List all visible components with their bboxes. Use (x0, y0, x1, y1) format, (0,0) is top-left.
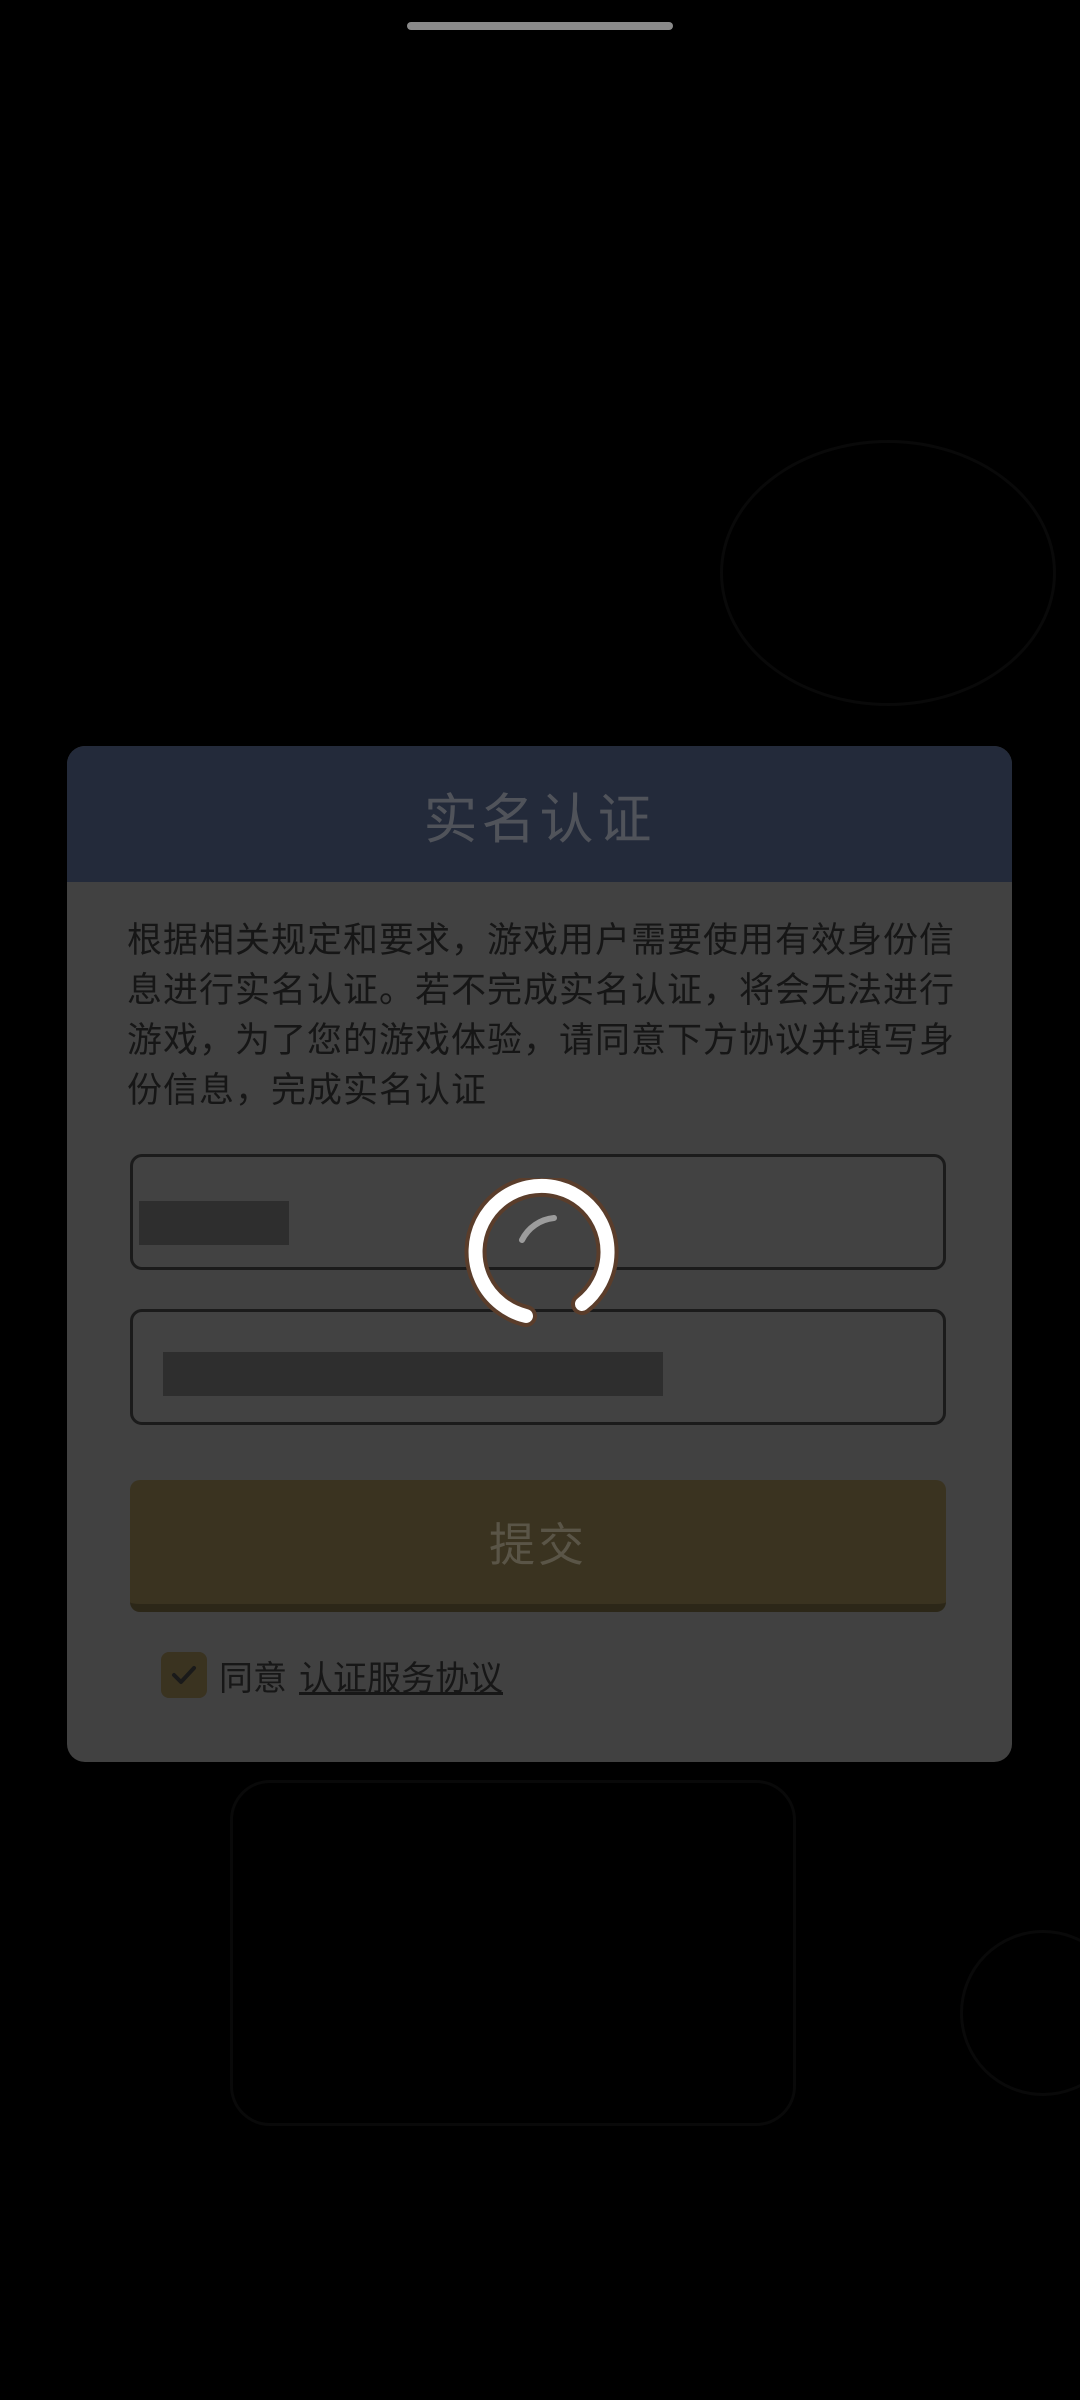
auth-notice-text: 根据相关规定和要求，游戏用户需要使用有效身份信息进行实名认证。若不完成实名认证，… (127, 921, 956, 1111)
checkmark-icon (172, 1666, 196, 1684)
home-indicator[interactable] (407, 22, 673, 30)
agree-label: 同意 (219, 1658, 287, 1699)
redacted-id-number (163, 1352, 663, 1396)
background-decoration (960, 1930, 1080, 2096)
background-decoration (720, 440, 1056, 706)
agree-checkbox[interactable] (161, 1652, 207, 1698)
background-decoration (230, 1780, 796, 2126)
screen: 实名认证 根据相关规定和要求，游戏用户需要使用有效身份信息进行实名认证。若不完成… (0, 0, 1080, 2400)
agreement-row: 同意 认证服务协议 (161, 1650, 503, 1700)
redacted-name (139, 1201, 289, 1245)
dialog-title: 实名认证 (423, 787, 656, 851)
submit-button[interactable]: 提交 (130, 1480, 946, 1612)
loading-spinner-icon (464, 1178, 619, 1327)
agreement-link[interactable]: 认证服务协议 (299, 1651, 503, 1700)
dialog-header: 实名认证 (67, 746, 1012, 882)
